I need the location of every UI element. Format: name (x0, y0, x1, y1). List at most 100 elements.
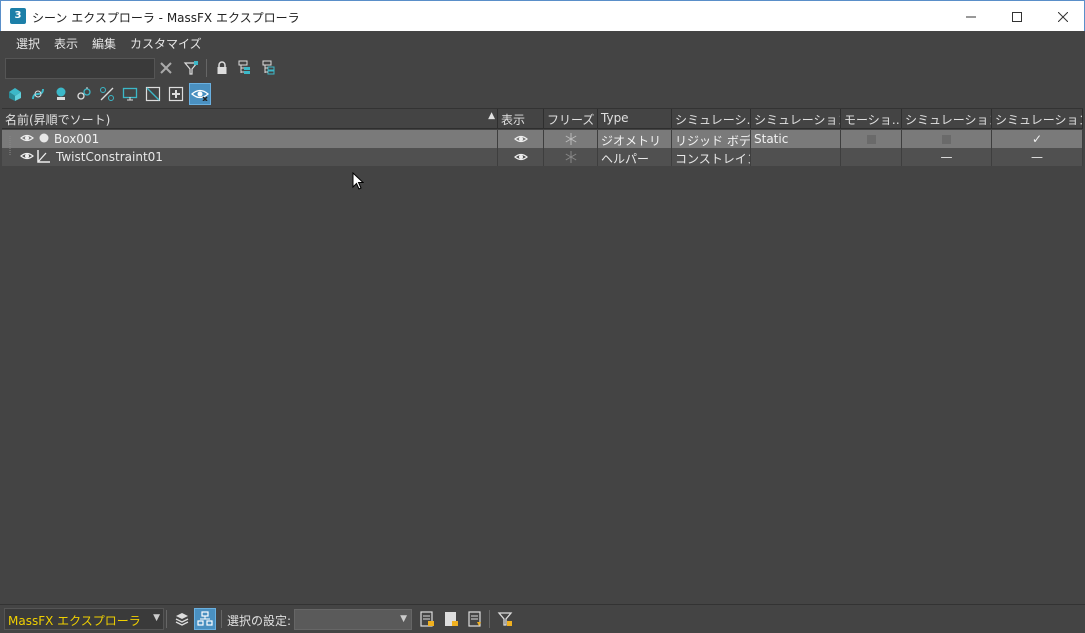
column-header-motion[interactable]: モーショ… (841, 109, 902, 129)
filter-cameras-button[interactable] (74, 84, 94, 104)
search-toolbar (0, 54, 1085, 82)
filter-spacewarps-button[interactable] (120, 84, 140, 104)
eye-icon[interactable] (20, 151, 34, 161)
row-sim3-checkbox[interactable] (902, 130, 992, 148)
hierarchy-icon (197, 611, 213, 626)
row-type: ヘルパー (598, 148, 672, 166)
remove-selection-icon (468, 611, 481, 627)
filter-button[interactable] (181, 58, 201, 78)
hierarchy-collapse-button[interactable] (260, 58, 280, 78)
row-freeze-toggle[interactable] (544, 130, 598, 148)
row-name: Box001 (54, 132, 100, 146)
explorer-select[interactable]: MassFX エクスプローラ ▼ (4, 608, 164, 630)
app-icon: 3 (10, 8, 26, 24)
filter-selection-button[interactable] (495, 609, 515, 629)
minimize-icon (966, 16, 976, 17)
snowflake-icon (565, 151, 576, 163)
bottom-bar: MassFX エクスプローラ ▼ 選択の設定: ▼ (0, 604, 1085, 633)
column-header-sim3[interactable]: シミュレーション… (902, 109, 992, 129)
row-sim4-checkbox[interactable]: — (992, 148, 1083, 166)
helper-constraint-icon (37, 150, 50, 163)
display-filter-toolbar (0, 82, 1085, 107)
sort-ascending-icon: ▲ (488, 111, 495, 121)
row-motion-checkbox[interactable] (841, 148, 902, 166)
eye-icon[interactable] (20, 133, 34, 143)
minimize-button[interactable] (948, 1, 994, 32)
column-header-display[interactable]: 表示 (498, 109, 544, 129)
row-name: TwistConstraint01 (56, 150, 163, 164)
selection-set-dropdown[interactable]: ▼ (294, 609, 412, 630)
display-all-icon (191, 89, 209, 101)
filter-lights-button[interactable] (51, 84, 71, 104)
table-row[interactable]: Box001 ジオメトリ リジッド ボディ Static ✓ (2, 130, 1083, 148)
row-sim-type: リジッド ボディ (672, 130, 751, 148)
lock-icon (217, 61, 227, 74)
row-motion-checkbox[interactable] (841, 130, 902, 148)
filter-geometry-button[interactable] (5, 84, 25, 104)
layers-icon (175, 613, 189, 626)
display-geometry-icon (9, 88, 21, 101)
close-button[interactable] (1040, 1, 1085, 32)
search-input[interactable] (5, 58, 155, 79)
selection-set-label: 選択の設定: (227, 614, 292, 628)
close-icon (1058, 11, 1068, 22)
menu-select[interactable]: 選択 (9, 31, 47, 54)
display-spacewarps-icon (122, 87, 138, 101)
layers-button[interactable] (172, 609, 192, 629)
selection-set-icon (420, 611, 434, 627)
filter-all-button[interactable] (189, 83, 211, 105)
tree-line-icon (9, 136, 11, 148)
hierarchy-expand-icon (238, 60, 250, 74)
menu-customize[interactable]: カスタマイズ (123, 31, 209, 54)
header-name-label: 名前(昇順でソート) (5, 113, 111, 127)
checkbox-empty-icon (942, 135, 951, 144)
row-sim3-checkbox[interactable]: — (902, 148, 992, 166)
row-display-toggle[interactable] (498, 130, 544, 148)
add-selection-icon (445, 612, 458, 626)
filter-icon (183, 61, 199, 75)
column-header-sim1[interactable]: シミュレーシ… (672, 109, 751, 129)
filter-xrefs-button[interactable] (166, 84, 186, 104)
remove-selection-button[interactable] (465, 609, 485, 629)
column-header-sim4[interactable]: シミュレーション… (992, 109, 1083, 129)
scene-table: 名前(昇順でソート) ▲ 表示 フリーズ Type シミュレーシ… シミュレーシ… (2, 108, 1083, 604)
hierarchy-expand-button[interactable] (236, 58, 256, 78)
filter-shapes-button[interactable] (28, 84, 48, 104)
eye-icon (513, 135, 528, 143)
column-header-sim2[interactable]: シミュレーション… (751, 109, 841, 129)
display-cameras-icon (77, 87, 91, 100)
dropdown-arrow-icon: ▼ (400, 614, 407, 624)
selection-set-button[interactable] (417, 609, 437, 629)
dropdown-arrow-icon: ▼ (153, 613, 160, 623)
hierarchy-button[interactable] (194, 608, 216, 630)
column-header-name[interactable]: 名前(昇順でソート) ▲ (2, 109, 498, 129)
column-header-freeze[interactable]: フリーズ (544, 109, 598, 129)
menu-display[interactable]: 表示 (47, 31, 85, 54)
row-sim-mode[interactable] (751, 148, 841, 166)
row-sim-mode[interactable]: Static (751, 130, 841, 148)
maximize-button[interactable] (994, 1, 1040, 32)
clear-search-icon (160, 62, 172, 74)
display-xrefs-icon (168, 86, 184, 102)
clear-search-button[interactable] (156, 58, 176, 78)
window-title: シーン エクスプローラ - MassFX エクスプローラ (32, 11, 300, 25)
row-sim-type: コンストレイント (672, 148, 751, 166)
geometry-object-icon (39, 133, 49, 143)
row-display-toggle[interactable] (498, 148, 544, 166)
checkbox-empty-icon (866, 135, 876, 144)
display-groups-icon (145, 86, 161, 102)
row-sim4-checkbox[interactable]: ✓ (992, 130, 1083, 148)
explorer-name: MassFX エクスプローラ (8, 614, 141, 628)
filter-groups-button[interactable] (143, 84, 163, 104)
filter-helpers-button[interactable] (97, 84, 117, 104)
row-freeze-toggle[interactable] (544, 148, 598, 166)
eye-icon (513, 153, 528, 161)
table-row[interactable]: TwistConstraint01 ヘルパー コンストレイント — — (2, 148, 1083, 166)
column-header-type[interactable]: Type (598, 109, 672, 129)
add-selection-button[interactable] (441, 609, 461, 629)
mouse-cursor-icon (352, 172, 364, 190)
menu-edit[interactable]: 編集 (85, 31, 123, 54)
tree-line-icon (9, 148, 11, 156)
row-type: ジオメトリ (598, 130, 672, 148)
lock-button[interactable] (212, 58, 232, 78)
